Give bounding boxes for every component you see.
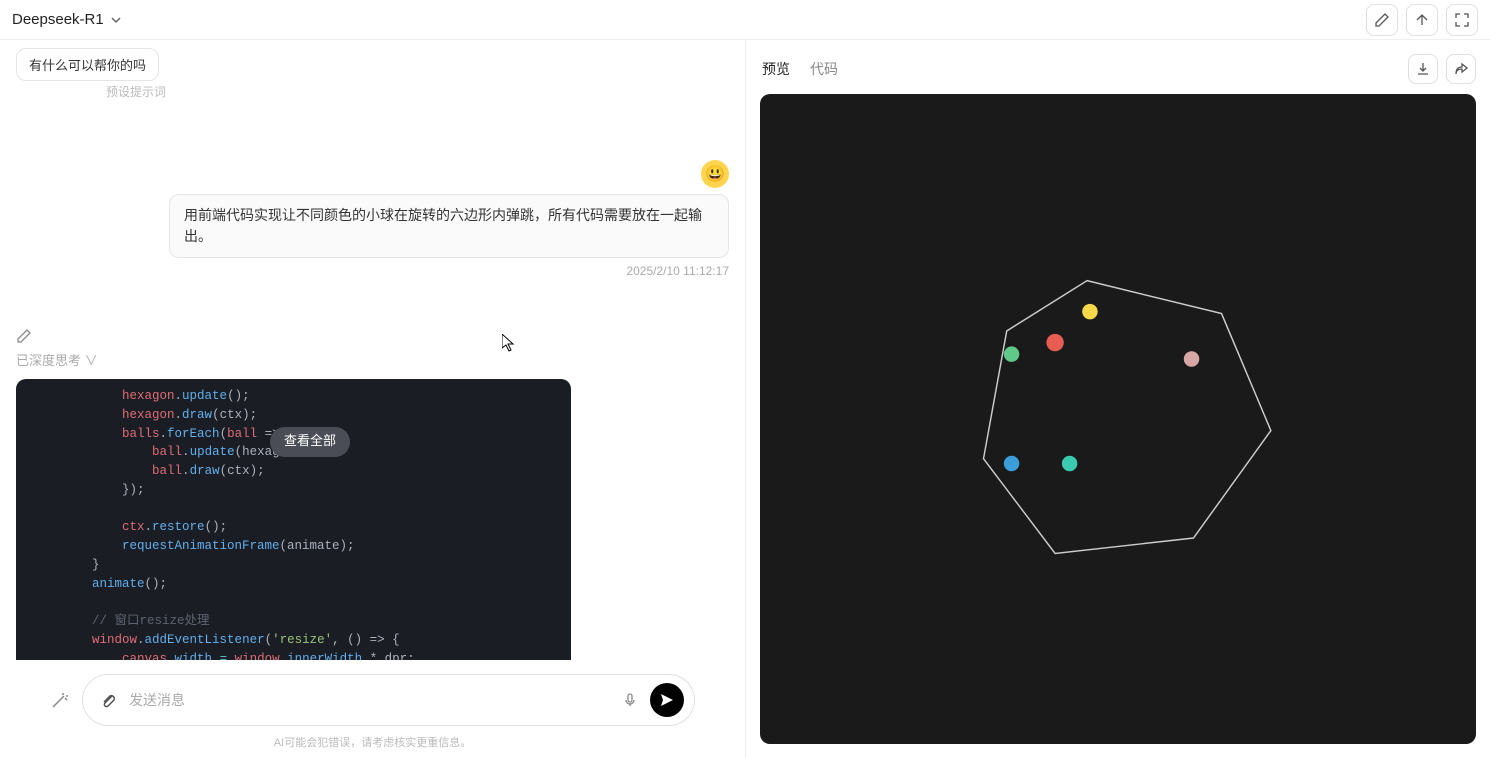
preset-hint[interactable]: 预设提示词 [106, 83, 729, 100]
pencil-icon [16, 328, 32, 344]
model-name: Deepseek-R1 [12, 11, 104, 28]
share-arrow-icon [1453, 61, 1469, 77]
message-input-box [82, 674, 695, 726]
thought-toggle[interactable]: 已深度思考 ∨ [16, 350, 729, 369]
disclaimer-text: AI可能会犯错误，请考虑核实更重信息。 [50, 734, 695, 750]
preview-panel: 预览 代码 [745, 40, 1490, 758]
hexagon-animation [760, 94, 1476, 744]
chat-panel: 有什么可以帮你的吗 预设提示词 😃 用前端代码实现让不同颜色的小球在旋转的六边形… [0, 40, 745, 758]
magic-wand-button[interactable] [50, 690, 70, 710]
input-area: AI可能会犯错误，请考虑核实更重信息。 [0, 660, 745, 758]
header-actions [1366, 4, 1478, 36]
mic-button[interactable] [622, 692, 638, 708]
preview-tabs: 预览 代码 [760, 55, 840, 83]
share-preview-button[interactable] [1446, 54, 1476, 84]
main-content: 有什么可以帮你的吗 预设提示词 😃 用前端代码实现让不同颜色的小球在旋转的六边形… [0, 40, 1490, 758]
send-button[interactable] [650, 683, 684, 717]
user-message-bubble: 用前端代码实现让不同颜色的小球在旋转的六边形内弹跳，所有代码需要放在一起输出。 [169, 194, 729, 258]
user-avatar-row: 😃 [16, 160, 729, 188]
expand-header-button[interactable] [1446, 4, 1478, 36]
app-header: Deepseek-R1 [0, 0, 1490, 40]
share-icon [1414, 12, 1430, 28]
share-header-button[interactable] [1406, 4, 1438, 36]
magic-wand-icon [50, 690, 70, 710]
chevron-down-icon [110, 14, 122, 26]
pencil-icon [1374, 12, 1390, 28]
edit-message-button[interactable] [16, 328, 729, 344]
code-block: hexagon.update(); hexagon.draw(ctx); bal… [16, 379, 571, 660]
user-avatar: 😃 [701, 160, 729, 188]
send-icon [659, 692, 675, 708]
download-icon [1415, 61, 1431, 77]
preview-header: 预览 代码 [760, 54, 1476, 84]
message-input[interactable] [129, 692, 610, 708]
download-button[interactable] [1408, 54, 1438, 84]
message-timestamp: 2025/2/10 11:12:17 [16, 264, 729, 278]
attach-button[interactable] [99, 691, 117, 709]
view-all-button[interactable]: 查看全部 [270, 427, 350, 457]
model-selector[interactable]: Deepseek-R1 [12, 11, 122, 28]
chat-scroll-area[interactable]: 有什么可以帮你的吗 预设提示词 😃 用前端代码实现让不同颜色的小球在旋转的六边形… [0, 40, 745, 660]
greeting-bubble: 有什么可以帮你的吗 [16, 48, 159, 81]
tab-code[interactable]: 代码 [808, 55, 840, 83]
expand-icon [1454, 12, 1470, 28]
microphone-icon [622, 692, 638, 708]
paperclip-icon [99, 691, 117, 709]
preview-actions [1408, 54, 1476, 84]
preview-canvas [760, 94, 1476, 744]
tab-preview[interactable]: 预览 [760, 55, 792, 83]
edit-header-button[interactable] [1366, 4, 1398, 36]
